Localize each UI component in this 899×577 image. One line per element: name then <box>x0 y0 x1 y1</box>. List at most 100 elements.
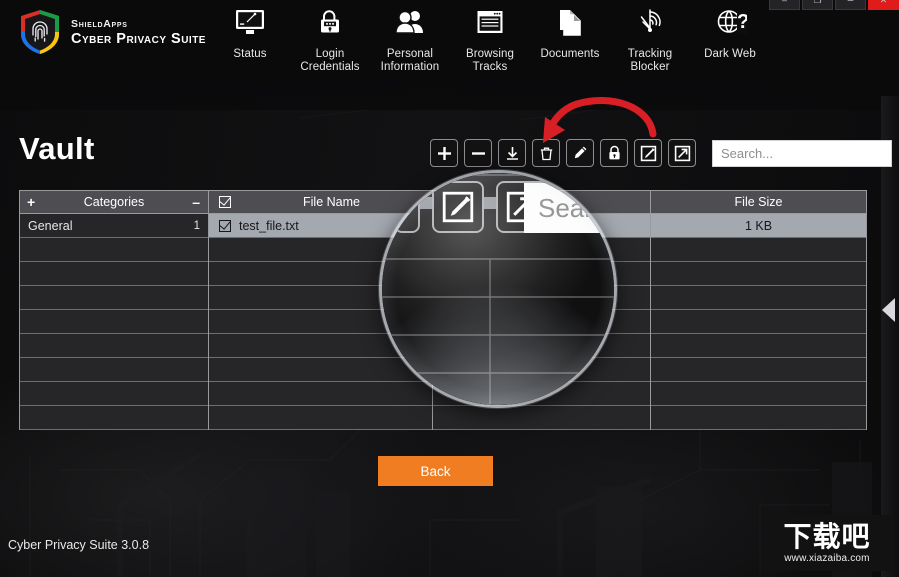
file-size-cell: 1 KB <box>745 219 772 233</box>
window-restore-button[interactable]: ❐ <box>802 0 833 10</box>
window-close-button[interactable]: ✕ <box>868 0 899 10</box>
svg-text:?: ? <box>737 11 747 33</box>
category-name: General <box>28 219 72 233</box>
open-external-button[interactable] <box>668 139 696 167</box>
table-row[interactable] <box>20 382 208 406</box>
table-row[interactable] <box>20 262 208 286</box>
magnified-lock-button[interactable] <box>394 181 420 233</box>
plus-icon <box>437 146 452 161</box>
add-file-button[interactable] <box>430 139 458 167</box>
brand-company: ShieldApps <box>71 19 206 30</box>
external-link-icon <box>674 145 691 162</box>
watermark: 下载吧 www.xiazaiba.com <box>761 515 893 571</box>
padlock-password-icon <box>316 2 344 42</box>
categories-header-label: Categories <box>84 195 144 209</box>
table-row[interactable] <box>651 382 866 406</box>
edit-square-icon <box>640 145 657 162</box>
brand-text: ShieldApps Cyber Privacy Suite <box>71 16 206 47</box>
table-row[interactable] <box>20 286 208 310</box>
main-nav: Status LoginCredentials <box>210 2 770 74</box>
nav-item-dark-web[interactable]: ? Dark Web <box>690 2 770 61</box>
nav-item-documents[interactable]: Documents <box>530 2 610 61</box>
select-all-checkbox[interactable] <box>219 196 231 208</box>
nav-label-tracking-blocker: TrackingBlocker <box>628 48 672 74</box>
nav-item-browsing-tracks[interactable]: BrowsingTracks <box>450 2 530 74</box>
file-name-cell: test_file.txt <box>239 219 299 233</box>
trash-icon <box>539 146 554 161</box>
app-header: ShieldApps Cyber Privacy Suite Status <box>0 0 899 96</box>
watermark-url: www.xiazaiba.com <box>784 553 869 564</box>
restore-file-button[interactable] <box>498 139 526 167</box>
brand: ShieldApps Cyber Privacy Suite <box>18 8 206 56</box>
table-row[interactable] <box>20 406 208 430</box>
lock-icon <box>607 145 622 161</box>
file-row[interactable]: 1 KB <box>651 214 866 238</box>
file-size-column: File Size 1 KB <box>651 191 866 429</box>
magnified-edit-box-button[interactable] <box>432 181 484 233</box>
category-count: 1 <box>194 220 200 232</box>
category-row-general[interactable]: General 1 <box>20 214 208 238</box>
search-input[interactable] <box>712 140 892 167</box>
table-row[interactable] <box>433 406 650 430</box>
nav-item-tracking-blocker[interactable]: TrackingBlocker <box>610 2 690 74</box>
table-row[interactable] <box>651 238 866 262</box>
nav-item-status[interactable]: Status <box>210 2 290 61</box>
magnifier-content: Search <box>382 173 617 408</box>
table-row[interactable] <box>20 238 208 262</box>
magnifier-lens: Search <box>379 170 617 408</box>
window-maximize-button[interactable]: ━ <box>835 0 866 10</box>
collapse-panel-chevron-icon[interactable] <box>882 298 895 322</box>
nav-label-documents: Documents <box>540 48 599 61</box>
table-row[interactable] <box>651 406 866 430</box>
edit-box-button[interactable] <box>634 139 662 167</box>
categories-column: + Categories – General 1 <box>20 191 209 429</box>
window-controls: – ❐ ━ ✕ <box>769 0 899 10</box>
status-bar-version: Cyber Privacy Suite 3.0.8 <box>8 538 149 552</box>
table-row[interactable] <box>651 358 866 382</box>
table-row[interactable] <box>209 406 432 430</box>
file-size-header: File Size <box>651 191 866 214</box>
nav-label-dark-web: Dark Web <box>704 48 756 61</box>
nav-label-status: Status <box>233 48 266 61</box>
table-row[interactable] <box>651 310 866 334</box>
add-category-button[interactable]: + <box>27 194 35 210</box>
globe-question-icon: ? <box>713 2 747 42</box>
documents-icon <box>556 2 584 42</box>
table-row[interactable] <box>651 262 866 286</box>
monitor-icon <box>235 2 265 42</box>
remove-category-button[interactable]: – <box>192 194 200 210</box>
nav-item-personal-information[interactable]: PersonalInformation <box>370 2 450 74</box>
browser-window-icon <box>476 2 504 42</box>
window-minimize-button[interactable]: – <box>769 0 800 10</box>
table-row[interactable] <box>20 334 208 358</box>
categories-header: + Categories – <box>20 191 208 214</box>
pencil-icon <box>572 145 588 161</box>
magnified-search-input[interactable]: Search <box>524 183 617 233</box>
lock-vault-button[interactable] <box>600 139 628 167</box>
watermark-title: 下载吧 <box>783 522 870 552</box>
nav-label-browsing-tracks: BrowsingTracks <box>466 48 514 74</box>
delete-file-button[interactable] <box>532 139 560 167</box>
vault-toolbar <box>430 139 892 167</box>
remove-file-button[interactable] <box>464 139 492 167</box>
edit-pencil-button[interactable] <box>566 139 594 167</box>
brand-product: Cyber Privacy Suite <box>71 32 206 47</box>
minus-icon <box>471 146 486 161</box>
edit-square-icon <box>441 190 475 224</box>
users-icon <box>394 2 426 42</box>
app-window: – ❐ ━ ✕ <box>0 0 899 577</box>
table-row[interactable] <box>20 310 208 334</box>
back-button[interactable]: Back <box>378 456 493 486</box>
file-row-checkbox[interactable] <box>219 220 231 232</box>
radar-signal-icon <box>635 2 665 42</box>
page-title: Vault <box>19 131 95 167</box>
download-icon <box>505 146 520 161</box>
table-row[interactable] <box>651 334 866 358</box>
nav-item-login-credentials[interactable]: LoginCredentials <box>290 2 370 74</box>
nav-label-personal-information: PersonalInformation <box>381 48 440 74</box>
table-row[interactable] <box>20 358 208 382</box>
side-panel-rail <box>881 96 899 577</box>
table-row[interactable] <box>651 286 866 310</box>
shield-fingerprint-icon <box>18 8 62 56</box>
nav-label-login-credentials: LoginCredentials <box>300 48 359 74</box>
